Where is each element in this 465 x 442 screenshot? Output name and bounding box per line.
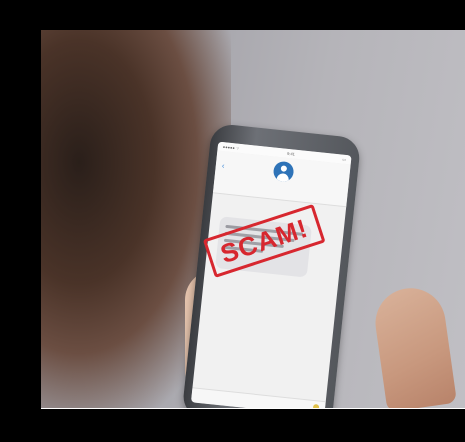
- send-icon: [312, 403, 320, 408]
- photo-frame: ●●●●● ⌔ 9:41 ▭ ‹ SCAM!: [41, 30, 465, 409]
- signal-indicator: ●●●●● ⌔: [222, 143, 241, 151]
- battery-icon: ▭: [342, 156, 347, 163]
- compose-bar: [190, 387, 326, 408]
- contact-avatar: [272, 160, 295, 183]
- clock: 9:41: [286, 150, 296, 157]
- message-input: [197, 393, 237, 402]
- back-chevron-icon[interactable]: ‹: [221, 161, 225, 170]
- phone-body: ●●●●● ⌔ 9:41 ▭ ‹: [181, 122, 362, 408]
